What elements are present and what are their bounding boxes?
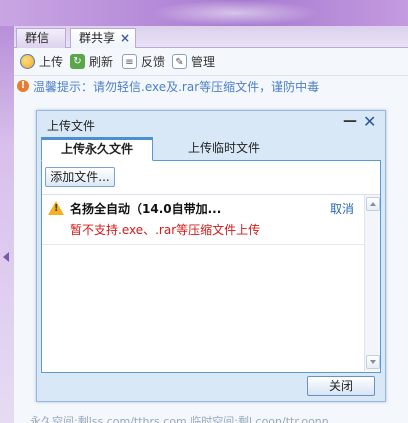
banner-glow [150,0,320,26]
left-sidebar-strip [0,26,14,423]
upload-file-list: ! 名扬全自动（14.0自带加... 取消 暂不支持.exe、.rar等压缩文件… [42,194,380,371]
tab-group-info[interactable]: 群信息 [16,28,66,64]
tab-close-icon[interactable]: × [120,29,130,48]
upload-icon [20,54,35,69]
error-message: 暂不支持.exe、.rar等压缩文件上传 [70,223,261,237]
feedback-button[interactable]: ≡ 反馈 [122,53,172,71]
toolbar: 上传 ↻ 刷新 ≡ 反馈 ✎ 管理 [14,48,408,76]
panel-tabs: 群信息 群共享 × [14,26,408,64]
manage-icon: ✎ [172,54,187,69]
warning-text: 温馨提示：请勿轻信.exe及.rar等压缩文件，谨防中毒 [33,80,320,94]
tab-group-share[interactable]: 群共享 × [70,28,136,49]
upload-file-dialog: 上传文件 — ✕ 上传永久文件 上传临时文件 添加文件... ! 名扬全自动（1… [36,110,386,402]
refresh-icon: ↻ [70,54,85,69]
refresh-label: 刷新 [89,55,114,69]
scroll-down-icon[interactable] [366,355,380,369]
cancel-link[interactable]: 取消 [330,200,354,217]
refresh-button[interactable]: ↻ 刷新 [70,53,120,71]
tab-group-share-label: 群共享 [79,31,116,45]
collapse-arrow-icon[interactable] [3,252,9,262]
feedback-icon: ≡ [122,54,137,69]
dialog-tabs: 上传永久文件 上传临时文件 [41,137,381,161]
manage-label: 管理 [191,55,216,69]
close-button[interactable]: 关闭 [307,376,375,396]
dialog-title: 上传文件 [47,119,96,133]
feedback-label: 反馈 [141,55,166,69]
tab-upload-permanent[interactable]: 上传永久文件 [41,137,153,161]
exclamation-icon: ! [17,80,29,92]
file-name: 名扬全自动（14.0自带加... [70,202,222,216]
tab-upload-temporary[interactable]: 上传临时文件 [159,137,289,161]
list-item: ! 名扬全自动（14.0自带加... 取消 暂不支持.exe、.rar等压缩文件… [42,195,364,245]
upload-button[interactable]: 上传 [20,53,70,71]
top-banner [0,0,408,26]
add-file-button[interactable]: 添加文件... [45,167,115,187]
dialog-body: 添加文件... ! 名扬全自动（14.0自带加... 取消 暂不支持.exe、.… [41,161,381,373]
security-warning: ! 温馨提示：请勿轻信.exe及.rar等压缩文件，谨防中毒 [14,77,408,97]
storage-info: 永久空间:剩lss.com/tthrs.com 临时空间:剩l.coon/ttr… [30,415,329,423]
scroll-up-icon[interactable] [366,197,380,211]
list-scrollbar[interactable] [364,195,380,371]
close-icon[interactable]: ✕ [363,112,376,131]
warning-mark: ! [54,203,59,214]
upload-label: 上传 [39,55,64,69]
minimize-icon[interactable]: — [343,113,357,129]
manage-button[interactable]: ✎ 管理 [172,53,222,71]
